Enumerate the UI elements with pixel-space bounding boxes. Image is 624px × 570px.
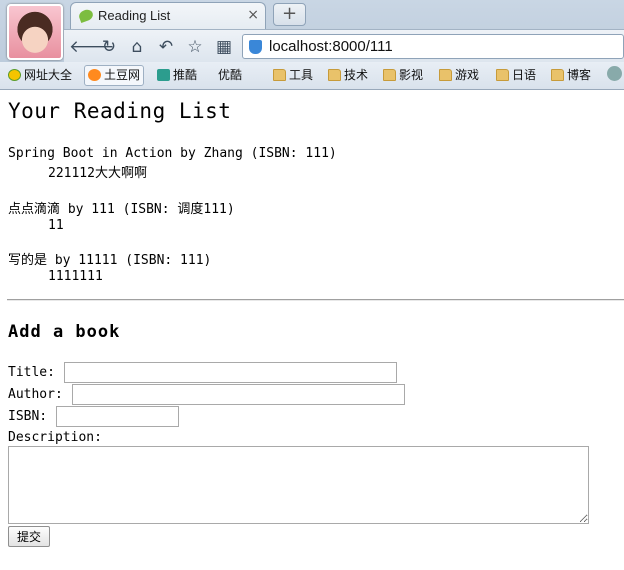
globe-icon: [8, 69, 21, 81]
bookmark-folder-blog[interactable]: 博客: [548, 65, 594, 86]
folder-icon: [273, 69, 286, 81]
undo-icon[interactable]: ↶: [155, 36, 177, 58]
bookmark-folder-games[interactable]: 游戏: [436, 65, 482, 86]
form-heading: Add a book: [8, 322, 121, 342]
bookmark-folder-video[interactable]: 影视: [380, 65, 426, 86]
divider: [7, 299, 624, 301]
book-line: 点点滴滴 by 111 (ISBN: 调度111): [8, 202, 235, 217]
description-label: Description:: [8, 430, 102, 445]
book-description: 11: [48, 218, 64, 233]
folder-icon: [496, 69, 509, 81]
bookmark-youku[interactable]: 优酷: [215, 65, 245, 168]
book-description: 1111111: [48, 269, 103, 284]
bookmarks-bar: 网址大全 土豆网 推酷 优酷 工具 技术 影视 游戏 日语 博客: [0, 62, 624, 168]
bookmark-tuiku[interactable]: 推酷: [154, 65, 200, 86]
new-tab-button[interactable]: +: [273, 3, 306, 26]
page-title: Your Reading List: [8, 99, 232, 123]
navigation-bar: 🡐 ↻ ⌂ ↶ ☆ ▦ localhost:8000/111: [64, 29, 624, 62]
browser-tab[interactable]: Reading List ×: [70, 2, 266, 29]
folder-icon: [328, 69, 341, 81]
title-input[interactable]: [64, 362, 397, 383]
book-description: 221112大大啊啊: [48, 166, 147, 181]
author-input[interactable]: [72, 384, 405, 405]
folder-icon: [439, 69, 452, 81]
reload-icon[interactable]: ↻: [98, 36, 120, 58]
address-url[interactable]: localhost:8000/111: [269, 38, 393, 55]
title-label: Title:: [8, 365, 55, 380]
book-item: 点点滴滴 by 111 (ISBN: 调度111) 11: [8, 198, 235, 233]
tab-title: Reading List: [98, 8, 171, 23]
home-icon[interactable]: ⌂: [126, 36, 148, 58]
back-arrow-icon[interactable]: 🡐: [69, 36, 115, 58]
isbn-input[interactable]: [56, 406, 179, 427]
tuiku-icon: [157, 69, 170, 81]
star-icon[interactable]: ☆: [184, 36, 206, 58]
apps-grid-icon[interactable]: ▦: [213, 36, 235, 58]
security-shield-icon: [249, 40, 262, 54]
browser-chrome: Reading List × + 🡐 ↻ ⌂ ↶ ☆ ▦ localhost:8…: [0, 0, 624, 168]
book-line: 写的是 by 11111 (ISBN: 111): [8, 253, 212, 268]
bookmark-overflow[interactable]: [604, 65, 624, 86]
bookmark-folder-tech[interactable]: 技术: [325, 65, 371, 86]
address-bar[interactable]: localhost:8000/111: [242, 34, 624, 59]
profile-avatar[interactable]: [7, 4, 63, 60]
book-item: Spring Boot in Action by Zhang (ISBN: 11…: [8, 146, 337, 181]
description-textarea[interactable]: [8, 446, 589, 524]
book-item: 写的是 by 11111 (ISBN: 111) 1111111: [8, 249, 211, 284]
tudou-icon: [88, 69, 101, 81]
book-line: Spring Boot in Action by Zhang (ISBN: 11…: [8, 146, 337, 161]
author-label: Author:: [8, 387, 63, 402]
folder-icon: [383, 69, 396, 81]
spring-leaf-icon: [77, 7, 95, 24]
bookmark-folder-japanese[interactable]: 日语: [493, 65, 539, 86]
submit-button[interactable]: 提交: [8, 526, 50, 547]
close-tab-icon[interactable]: ×: [247, 7, 259, 23]
folder-icon: [551, 69, 564, 81]
page-content: Your Reading List Spring Boot in Action …: [0, 91, 624, 570]
bookmark-wangzhi[interactable]: 网址大全: [5, 65, 75, 86]
bookmark-tudou[interactable]: 土豆网: [84, 65, 145, 86]
chevron-icon: [607, 66, 622, 81]
isbn-label: ISBN:: [8, 409, 48, 424]
bookmark-folder-tools[interactable]: 工具: [270, 65, 316, 86]
